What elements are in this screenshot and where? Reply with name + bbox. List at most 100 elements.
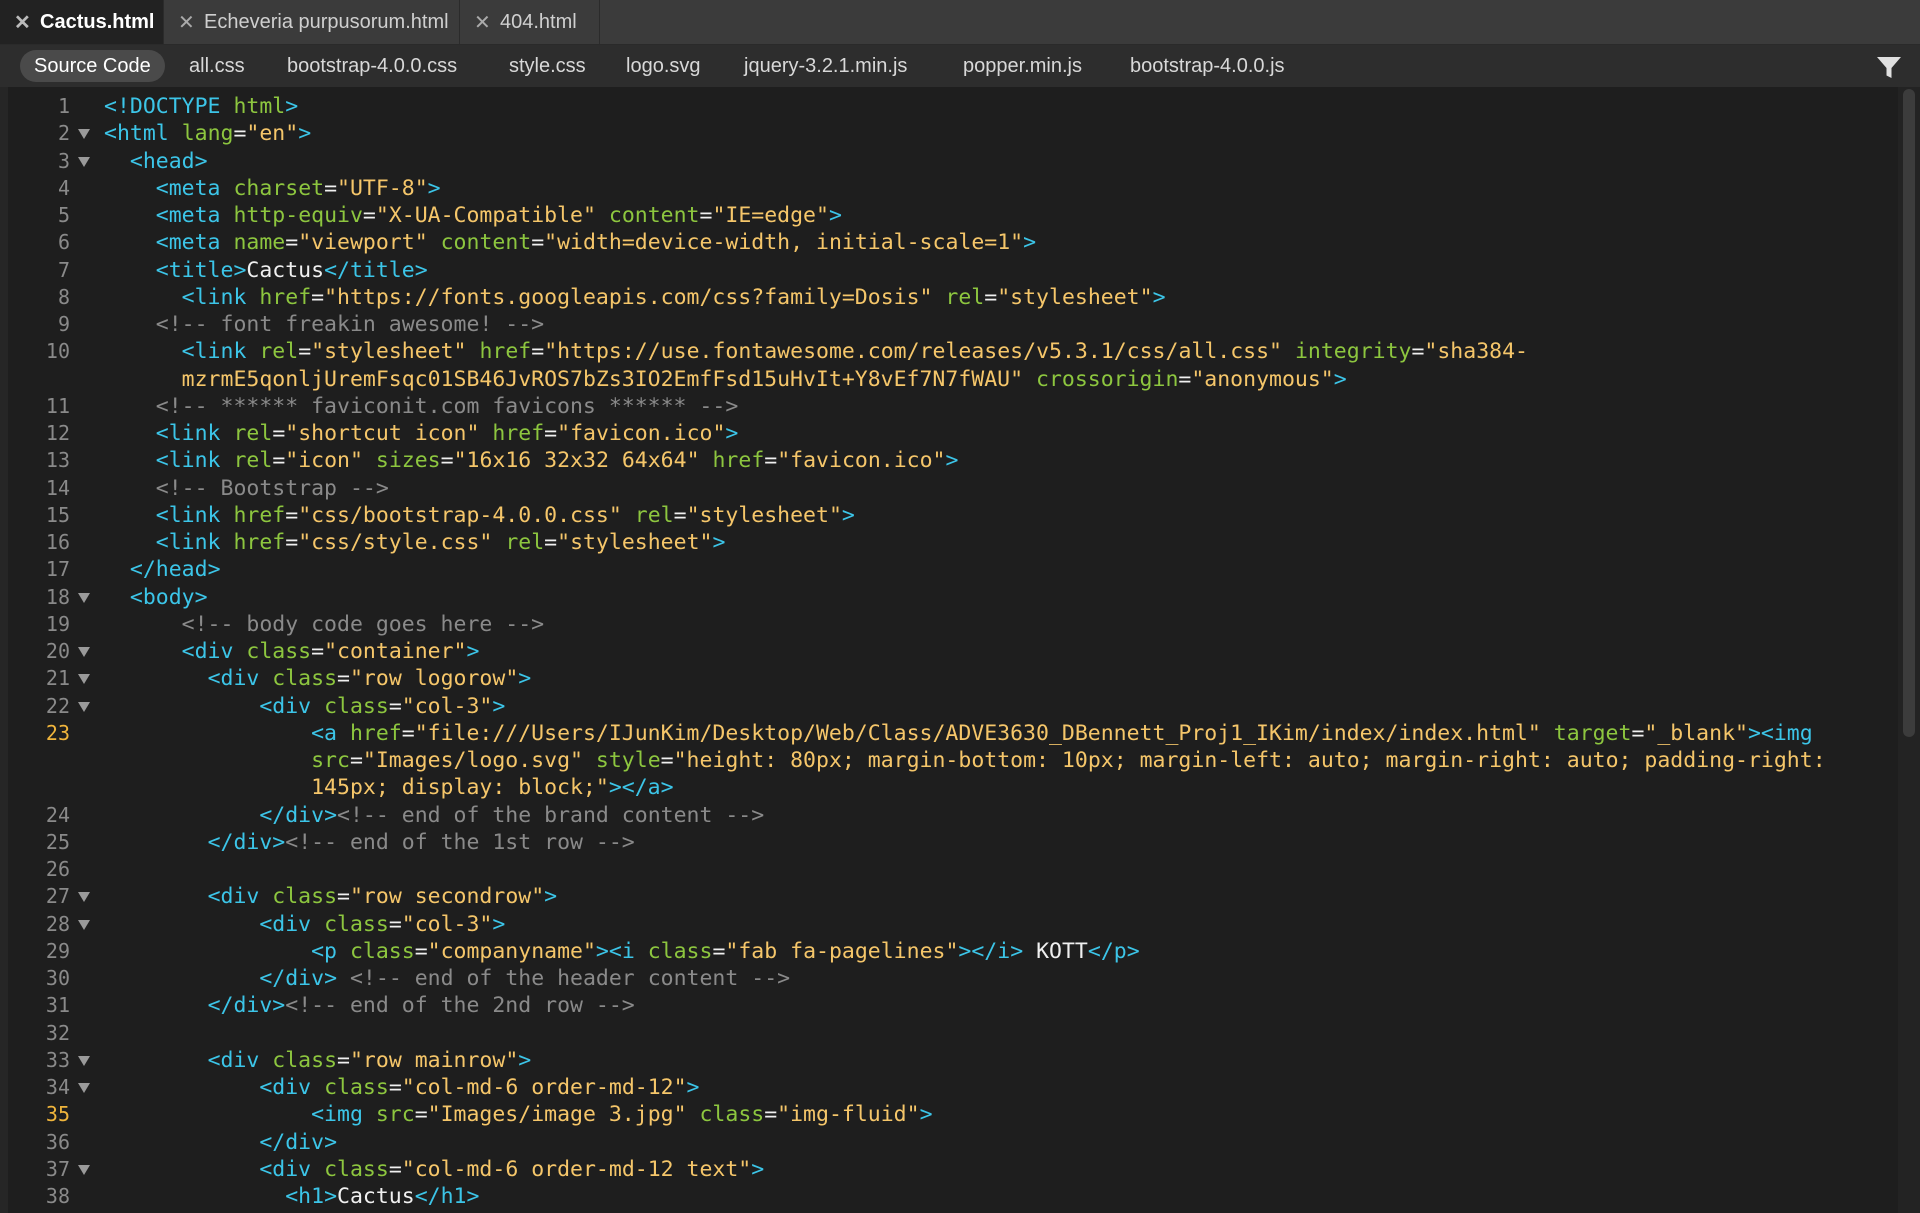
- line-number: 13: [45, 448, 70, 473]
- file-tab-bootstrap-css[interactable]: bootstrap-4.0.0.css: [287, 50, 457, 82]
- file-tab-logo-svg[interactable]: logo.svg: [626, 50, 701, 82]
- code-line[interactable]: 27 <div class="row secondrow">: [0, 883, 1880, 910]
- code-line[interactable]: 16 <link href="css/style.css" rel="style…: [0, 529, 1880, 556]
- tab-404-html[interactable]: ✕ 404.html: [460, 0, 600, 44]
- code-line[interactable]: 37 <div class="col-md-6 order-md-12 text…: [0, 1156, 1880, 1183]
- code-line[interactable]: 17 </head>: [0, 556, 1880, 583]
- code-editor[interactable]: 1 <!DOCTYPE html> 2 <html lang="en"> 3 <head…: [0, 87, 1920, 1213]
- fold-arrow-icon[interactable]: [78, 156, 90, 167]
- code-line[interactable]: 7 <title>Cactus</title>: [0, 257, 1880, 284]
- line-number: 35: [45, 1102, 70, 1127]
- code-line[interactable]: 21 <div class="row logorow">: [0, 665, 1880, 692]
- file-tab-style-css[interactable]: style.css: [509, 50, 586, 82]
- code-text: <link rel="icon" sizes="16x16 32x32 64x6…: [155, 448, 959, 474]
- code-text: <!-- body code goes here -->: [181, 611, 545, 637]
- code-line[interactable]: 19 <!-- body code goes here -->: [0, 611, 1880, 638]
- code-line[interactable]: 8 <link href="https://fonts.googleapis.c…: [0, 284, 1880, 311]
- fold-arrow-icon[interactable]: [78, 892, 90, 903]
- code-line[interactable]: 13 <link rel="icon" sizes="16x16 32x32 6…: [0, 447, 1880, 474]
- code-text: <div class="col-3">: [259, 911, 506, 937]
- code-text: <html lang="en">: [104, 121, 312, 147]
- scrollbar-thumb[interactable]: [1903, 89, 1915, 737]
- code-line[interactable]: 145px; display: block;"></a>: [0, 774, 1880, 801]
- line-number: 12: [45, 421, 70, 445]
- code-text: <link rel="shortcut icon" href="favicon.…: [155, 421, 739, 446]
- code-line[interactable]: 15 <link href="css/bootstrap-4.0.0.css" …: [0, 502, 1880, 529]
- line-number: 37: [45, 1156, 70, 1181]
- file-tab-popper-js[interactable]: popper.min.js: [963, 50, 1082, 82]
- code-text: <p class="companyname"><i class="fab fa-…: [311, 938, 1140, 964]
- code-line[interactable]: 36 </div>: [0, 1129, 1880, 1156]
- fold-arrow-icon[interactable]: [78, 592, 90, 603]
- code-text: </div>: [259, 1129, 338, 1155]
- code-line[interactable]: 32: [0, 1020, 1880, 1047]
- code-line[interactable]: 35 <img src="Images/image 3.jpg" class="…: [0, 1101, 1880, 1128]
- code-text: </head>: [129, 557, 221, 583]
- code-line[interactable]: 3 <head>: [0, 148, 1880, 175]
- code-line[interactable]: 28 <div class="col-3">: [0, 911, 1880, 938]
- line-number: 30: [45, 966, 70, 990]
- tab-echeveria-html[interactable]: ✕ Echeveria purpusorum.html: [164, 0, 460, 44]
- code-line[interactable]: 22 <div class="col-3">: [0, 693, 1880, 720]
- tab-cactus-html[interactable]: ✕ Cactus.html: [0, 0, 164, 44]
- line-number: 20: [45, 639, 70, 663]
- code-text: <div class="col-md-6 order-md-12 text">: [259, 1156, 765, 1182]
- code-text: mzrmE5qonljUremFsqc01SB46JvROS7bZs3IO2Em…: [181, 366, 1347, 392]
- filter-icon[interactable]: [1876, 56, 1902, 80]
- code-line[interactable]: 6 <meta name="viewport" content="width=d…: [0, 229, 1880, 256]
- code-line[interactable]: 1 <!DOCTYPE html>: [0, 93, 1880, 120]
- fold-arrow-icon[interactable]: [78, 1083, 90, 1093]
- code-line[interactable]: 38 <h1>Cactus</h1>: [0, 1183, 1880, 1210]
- code-line[interactable]: 33 <div class="row mainrow">: [0, 1047, 1880, 1074]
- code-line[interactable]: 23 <a href="file:///Users/IJunKim/Deskto…: [0, 720, 1880, 747]
- code-line[interactable]: 25 </div><!-- end of the 1st row -->: [0, 829, 1880, 856]
- file-tab-bootstrap-js[interactable]: bootstrap-4.0.0.js: [1130, 50, 1285, 82]
- code-line[interactable]: 11 <!-- ****** faviconit.com favicons **…: [0, 393, 1880, 420]
- line-number: 10: [45, 339, 70, 364]
- close-icon[interactable]: ✕: [14, 10, 40, 35]
- code-line[interactable]: 5 <meta http-equiv="X-UA-Compatible" con…: [0, 202, 1880, 229]
- code-line[interactable]: 10 <link rel="stylesheet" href="https://…: [0, 338, 1880, 365]
- code-line[interactable]: 9 <!-- font freakin awesome! -->: [0, 311, 1880, 338]
- fold-arrow-icon[interactable]: [78, 647, 90, 657]
- file-tab-all-css[interactable]: all.css: [189, 50, 245, 82]
- fold-arrow-icon[interactable]: [78, 129, 90, 140]
- file-tab-jquery-js[interactable]: jquery-3.2.1.min.js: [744, 50, 907, 82]
- fold-arrow-icon[interactable]: [78, 701, 90, 712]
- document-tab-bar: ✕ Cactus.html ✕ Echeveria purpusorum.htm…: [0, 0, 1920, 45]
- fold-arrow-icon[interactable]: [78, 1164, 90, 1175]
- code-line[interactable]: src="Images/logo.svg" style="height: 80p…: [0, 747, 1880, 774]
- code-line[interactable]: 30 </div> <!-- end of the header content…: [0, 965, 1880, 992]
- line-number: 9: [57, 312, 70, 336]
- line-number: 38: [45, 1184, 70, 1208]
- code-line[interactable]: 14 <!-- Bootstrap -->: [0, 475, 1880, 502]
- code-line[interactable]: 12 <link rel="shortcut icon" href="favic…: [0, 420, 1880, 447]
- code-line[interactable]: mzrmE5qonljUremFsqc01SB46JvROS7bZs3IO2Em…: [0, 366, 1880, 393]
- line-number: 6: [57, 230, 70, 255]
- fold-arrow-icon[interactable]: [78, 919, 90, 930]
- code-text: 145px; display: block;"></a>: [311, 775, 674, 801]
- line-number: 7: [57, 257, 70, 282]
- fold-arrow-icon[interactable]: [78, 674, 90, 685]
- code-line[interactable]: 26: [0, 856, 1880, 883]
- close-icon[interactable]: ✕: [178, 10, 204, 35]
- code-text: <!-- ****** faviconit.com favicons *****…: [155, 393, 739, 419]
- code-text: </div><!-- end of the 2nd row -->: [207, 993, 635, 1019]
- code-line[interactable]: 20 <div class="container">: [0, 638, 1880, 665]
- code-line[interactable]: 24 </div><!-- end of the brand content -…: [0, 802, 1880, 829]
- code-text: <!DOCTYPE html>: [104, 94, 299, 119]
- code-line[interactable]: 34 <div class="col-md-6 order-md-12">: [0, 1074, 1880, 1101]
- file-tab-source-code[interactable]: Source Code: [20, 50, 165, 82]
- fold-arrow-icon[interactable]: [78, 1055, 90, 1066]
- code-line[interactable]: 18 <body>: [0, 584, 1880, 611]
- line-number: 34: [45, 1075, 70, 1099]
- code-line[interactable]: 31 </div><!-- end of the 2nd row -->: [0, 992, 1880, 1019]
- code-line[interactable]: 29 <p class="companyname"><i class="fab …: [0, 938, 1880, 965]
- code-line[interactable]: 4 <meta charset="UTF-8">: [0, 175, 1880, 202]
- line-number: 15: [45, 502, 70, 527]
- vertical-scrollbar[interactable]: [1898, 87, 1920, 1213]
- close-icon[interactable]: ✕: [474, 10, 500, 35]
- line-number: 24: [45, 802, 70, 827]
- code-text: <div class="row secondrow">: [207, 884, 558, 910]
- code-line[interactable]: 2 <html lang="en">: [0, 120, 1880, 147]
